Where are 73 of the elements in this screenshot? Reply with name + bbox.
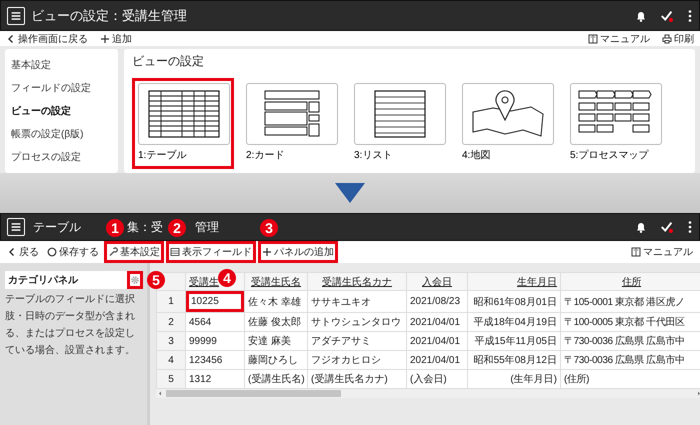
settings-button[interactable]	[127, 271, 143, 289]
more-icon[interactable]	[688, 220, 692, 234]
table-cell: 藤岡ひろし	[244, 350, 308, 370]
manual-button[interactable]: マニュアル	[586, 32, 652, 46]
table-cell: 昭和61年08月01日	[468, 290, 560, 312]
checkmark-icon[interactable]	[660, 220, 674, 234]
sidebar-item[interactable]: 基本設定	[5, 53, 118, 76]
menu-icon[interactable]	[7, 218, 25, 236]
table-cell: 昭和55年08月12日	[468, 350, 560, 370]
display-fields-button[interactable]: 表示フィールド	[166, 241, 256, 263]
window-title: ビューの設定：受講生管理	[31, 6, 187, 24]
view-type-option[interactable]: 1:テーブル	[132, 78, 234, 169]
row-number: 1	[156, 290, 186, 312]
table-cell: フジオカヒロシ	[308, 350, 406, 370]
menu-icon[interactable]	[7, 6, 25, 24]
settings-button[interactable]: 基本設定	[104, 241, 164, 263]
wrench-icon	[108, 247, 118, 257]
chevron-left-icon	[6, 34, 16, 44]
checkmark-icon[interactable]	[660, 8, 674, 22]
print-button[interactable]: 印刷	[660, 32, 696, 46]
more-icon[interactable]	[688, 8, 692, 22]
callout-number: 5	[147, 271, 165, 289]
table-cell: 安達 麻美	[244, 332, 308, 350]
plus-icon	[100, 34, 110, 44]
bell-icon[interactable]	[634, 220, 648, 234]
column-header[interactable]: 住所	[622, 276, 642, 288]
book-icon	[588, 34, 598, 44]
table-cell: 99999	[186, 332, 244, 350]
plus-icon	[262, 247, 272, 257]
window-title: 管理	[195, 218, 219, 236]
panel-title: カテゴリパネル	[8, 274, 80, 287]
printer-icon	[662, 34, 672, 44]
window-title: テーブル	[33, 218, 81, 236]
chevron-left-icon	[7, 247, 17, 257]
table-cell: 4564	[186, 312, 244, 332]
gear-icon	[130, 275, 140, 285]
down-arrow-icon	[335, 183, 365, 203]
table-cell: 佐々木 幸雄	[244, 290, 308, 312]
sidebar-item[interactable]: ビューの設定	[5, 99, 118, 123]
horizontal-scrollbar[interactable]	[156, 389, 700, 398]
table-cell: ササキユキオ	[308, 290, 406, 312]
row-number: 2	[156, 312, 186, 332]
table-cell: アダチアサミ	[308, 332, 406, 350]
circle-icon	[47, 247, 57, 257]
table-cell: 2021/04/01	[406, 312, 468, 332]
sidebar-item[interactable]: フィールドの設定	[5, 76, 118, 100]
callout-number: 4	[218, 269, 236, 287]
list-icon	[170, 247, 180, 257]
sidebar-item[interactable]: プロセスの設定	[5, 146, 118, 170]
table-cell: 2021/08/23	[406, 290, 468, 312]
manual-button[interactable]: マニュアル	[628, 241, 696, 263]
row-number: 3	[156, 332, 186, 350]
table-cell: 10225	[186, 291, 244, 312]
panel-description: テーブルのフィールドに選択肢・日時のデータ型が含まれる、またはプロセスを設定している場合、設置されます。	[5, 292, 136, 358]
window-title: 集：受	[127, 218, 163, 236]
row-number: 5	[156, 370, 186, 388]
back-button[interactable]: 操作画面に戻る	[4, 32, 90, 46]
table-cell: サトウシュンタロウ	[308, 312, 406, 332]
back-button[interactable]: 戻る	[4, 241, 42, 263]
table-cell: 平成15年11月05日	[468, 332, 560, 350]
table-cell: 佐藤 俊太郎	[244, 312, 308, 332]
column-header[interactable]: 受講生	[189, 276, 219, 288]
book-icon	[631, 247, 641, 257]
add-button[interactable]: 追加	[98, 32, 134, 46]
panel-title: ビューの設定	[132, 53, 205, 70]
table-cell: 平成18年04月19日	[468, 312, 560, 332]
add-panel-button[interactable]: パネルの追加	[258, 241, 338, 263]
sidebar-item[interactable]: 帳票の設定(β版)	[5, 122, 118, 146]
save-button[interactable]: 保存する	[44, 241, 102, 263]
row-number: 4	[156, 350, 186, 370]
table-cell: 2021/04/01	[406, 332, 468, 350]
table-cell: 123456	[186, 350, 244, 370]
table-cell: 2021/04/01	[406, 350, 468, 370]
